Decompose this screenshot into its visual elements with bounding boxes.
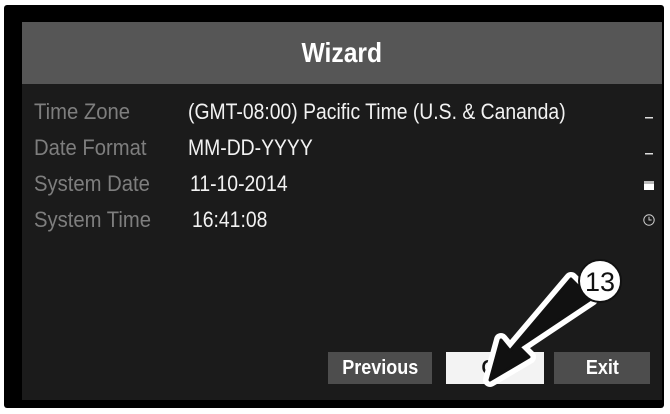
time-zone-select[interactable]: (GMT-08:00) Pacific Time (U.S. & Cananda…	[188, 94, 566, 130]
time-zone-label: Time Zone	[34, 99, 130, 124]
system-time-label: System Time	[34, 207, 151, 232]
time-zone-row: Time Zone (GMT-08:00) Pacific Time (U.S.…	[22, 94, 662, 130]
dialog-title: Wizard	[301, 37, 383, 68]
clock-icon[interactable]	[642, 213, 656, 227]
system-time-row: System Time 16:41:08	[22, 202, 662, 238]
dropdown-icon[interactable]	[642, 141, 656, 155]
dialog-title-bar: Wizard	[22, 22, 662, 84]
wizard-dialog: Wizard Time Zone (GMT-08:00) Pacific Tim…	[22, 22, 662, 400]
date-format-row: Date Format MM-DD-YYYY	[22, 130, 662, 166]
ok-button-label: OK	[481, 356, 509, 379]
system-date-field[interactable]: 11-10-2014	[190, 166, 288, 202]
previous-button-label: Previous	[341, 356, 419, 379]
exit-button[interactable]: Exit	[554, 352, 650, 384]
date-format-label: Date Format	[34, 135, 147, 160]
calendar-icon[interactable]	[642, 179, 656, 193]
date-format-select[interactable]: MM-DD-YYYY	[188, 130, 313, 166]
dropdown-icon[interactable]	[642, 105, 656, 119]
system-date-label: System Date	[34, 171, 150, 196]
ok-button[interactable]: OK	[446, 352, 544, 384]
previous-button[interactable]: Previous	[328, 352, 432, 384]
system-time-field[interactable]: 16:41:08	[192, 202, 267, 238]
exit-button-label: Exit	[585, 356, 619, 379]
system-date-row: System Date 11-10-2014	[22, 166, 662, 202]
